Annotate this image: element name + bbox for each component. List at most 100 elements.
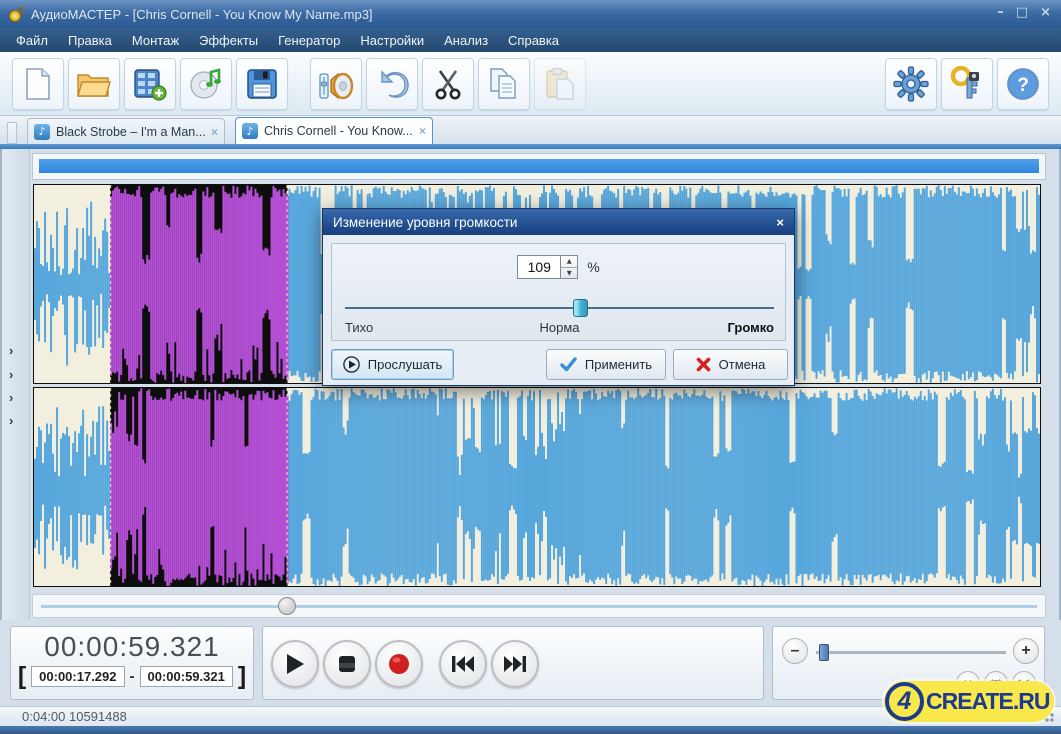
volume-dialog: Изменение уровня громкости × 109 ▲ ▼ % Т… [322, 208, 795, 386]
app-logo-icon [9, 5, 23, 22]
stop-icon [339, 656, 355, 672]
audio-file-icon: ♪ [242, 123, 258, 139]
dialog-title-bar[interactable]: Изменение уровня громкости × [323, 209, 794, 235]
tab-label: Black Strobe – I'm a Man... [56, 124, 205, 139]
dialog-content-panel: 109 ▲ ▼ % Тихо Норма Громко [331, 243, 786, 341]
time-panel: 00:00:59.321 [ 00:00:17.292 - 00:00:59.3… [10, 626, 254, 700]
current-time-display: 00:00:59.321 [44, 631, 220, 662]
menu-montage[interactable]: Монтаж [122, 30, 189, 51]
tab-close-icon[interactable]: × [419, 124, 426, 138]
settings-button[interactable] [885, 57, 937, 110]
listen-button[interactable]: Прослушать [331, 349, 454, 380]
dialog-close-icon[interactable]: × [776, 215, 784, 230]
toolbar: ? [0, 52, 1061, 116]
zoom-slider-track[interactable] [816, 651, 1006, 654]
x-icon [696, 357, 710, 372]
stop-button[interactable] [323, 640, 371, 688]
apply-label: Применить [584, 357, 653, 372]
zoom-out-button[interactable]: – [782, 638, 808, 664]
selection-range: [ 00:00:17.292 - 00:00:59.321 ] [11, 662, 253, 690]
overview-range-bar[interactable] [39, 159, 1039, 173]
open-folder-icon [77, 73, 111, 97]
help-button[interactable]: ? [997, 57, 1049, 110]
save-file-button[interactable] [236, 57, 288, 110]
waveform-channel-right[interactable] [33, 387, 1041, 587]
apply-button[interactable]: Применить [546, 349, 666, 380]
expand-panel-chevron-icon[interactable]: › [9, 368, 13, 381]
cut-button[interactable] [422, 57, 474, 110]
registration-button[interactable] [941, 57, 993, 110]
window-title: АудиоМАСТЕР - [Chris Cornell - You Know … [31, 6, 373, 22]
selection-start-field[interactable]: 00:00:17.292 [31, 665, 125, 687]
position-scrubber[interactable] [32, 594, 1046, 618]
expand-panel-chevron-icon[interactable]: › [9, 391, 13, 404]
resize-grip[interactable] [1042, 710, 1054, 722]
expand-panel-chevron-icon[interactable]: › [9, 414, 13, 427]
tab-scroll-handle[interactable] [7, 122, 17, 144]
record-button[interactable] [375, 640, 423, 688]
bracket-open: [ [17, 662, 27, 690]
copy-button[interactable] [478, 57, 530, 110]
audio-file-icon: ♪ [34, 123, 50, 140]
transport-panel [262, 626, 764, 700]
menu-settings[interactable]: Настройки [350, 30, 434, 51]
title-bar: АудиоМАСТЕР - [Chris Cornell - You Know … [0, 0, 1061, 28]
floppy-save-icon [247, 68, 277, 99]
bracket-close: ] [237, 662, 247, 690]
selection-end-field[interactable]: 00:00:59.321 [139, 665, 233, 687]
volume-slider-track[interactable] [345, 307, 774, 309]
new-file-button[interactable] [12, 57, 64, 110]
film-plus-icon [134, 68, 167, 101]
zoom-slider-thumb[interactable] [819, 644, 829, 661]
cd-note-icon [190, 67, 221, 99]
watermark-4-badge: 4 [885, 682, 924, 721]
volume-spinner[interactable]: ▲ ▼ [561, 255, 579, 279]
menu-file[interactable]: Файл [6, 30, 58, 51]
overview-scrollbar[interactable] [32, 153, 1046, 180]
paste-button [534, 57, 586, 110]
window-bottom-border [0, 726, 1061, 734]
svg-text:?: ? [1017, 75, 1029, 96]
scrubber-track[interactable] [41, 605, 1037, 608]
paste-icon [546, 67, 574, 100]
spinner-up-icon[interactable]: ▲ [561, 256, 578, 268]
close-button[interactable]: × [1040, 5, 1051, 21]
minimize-button[interactable]: – [997, 5, 1004, 21]
volume-value-field[interactable]: 109 [517, 255, 562, 279]
skip-to-start-button[interactable] [439, 640, 487, 688]
expand-panel-chevron-icon[interactable]: › [9, 344, 13, 357]
scrubber-thumb[interactable] [278, 597, 296, 615]
grab-from-cd-button[interactable] [180, 57, 232, 110]
maximize-button[interactable]: □ [1016, 5, 1028, 21]
side-panel-strip [2, 149, 30, 620]
slider-labels: Тихо Норма Громко [345, 320, 774, 335]
dialog-title: Изменение уровня громкости [333, 214, 518, 230]
menu-bar: Файл Правка Монтаж Эффекты Генератор Нас… [0, 28, 1061, 52]
tab-close-icon[interactable]: × [211, 125, 218, 139]
undo-icon [381, 69, 409, 98]
menu-generator[interactable]: Генератор [268, 30, 350, 51]
range-separator: - [129, 667, 135, 685]
import-from-video-button[interactable] [124, 57, 176, 110]
tab-black-strobe[interactable]: ♪ Black Strobe – I'm a Man... × [27, 118, 225, 144]
zoom-in-button[interactable]: + [1013, 638, 1039, 664]
menu-help[interactable]: Справка [498, 30, 569, 51]
scissors-icon [435, 69, 461, 99]
volume-slider-thumb[interactable] [573, 299, 588, 317]
play-button[interactable] [271, 640, 319, 688]
menu-edit[interactable]: Правка [58, 30, 122, 51]
open-file-button[interactable] [68, 57, 120, 110]
menu-effects[interactable]: Эффекты [189, 30, 268, 51]
tab-chris-cornell[interactable]: ♪ Chris Cornell - You Know... × [235, 117, 433, 144]
volume-effects-button[interactable] [310, 57, 362, 110]
undo-button[interactable] [366, 57, 418, 110]
minus-icon: – [790, 642, 800, 659]
menu-analysis[interactable]: Анализ [434, 30, 498, 51]
volume-slider[interactable] [345, 299, 774, 317]
label-normal: Норма [539, 320, 580, 335]
listen-label: Прослушать [367, 357, 443, 372]
skip-to-end-button[interactable] [491, 640, 539, 688]
cancel-button[interactable]: Отмена [673, 349, 788, 380]
spinner-down-icon[interactable]: ▼ [561, 268, 577, 279]
skip-end-icon [504, 656, 526, 672]
